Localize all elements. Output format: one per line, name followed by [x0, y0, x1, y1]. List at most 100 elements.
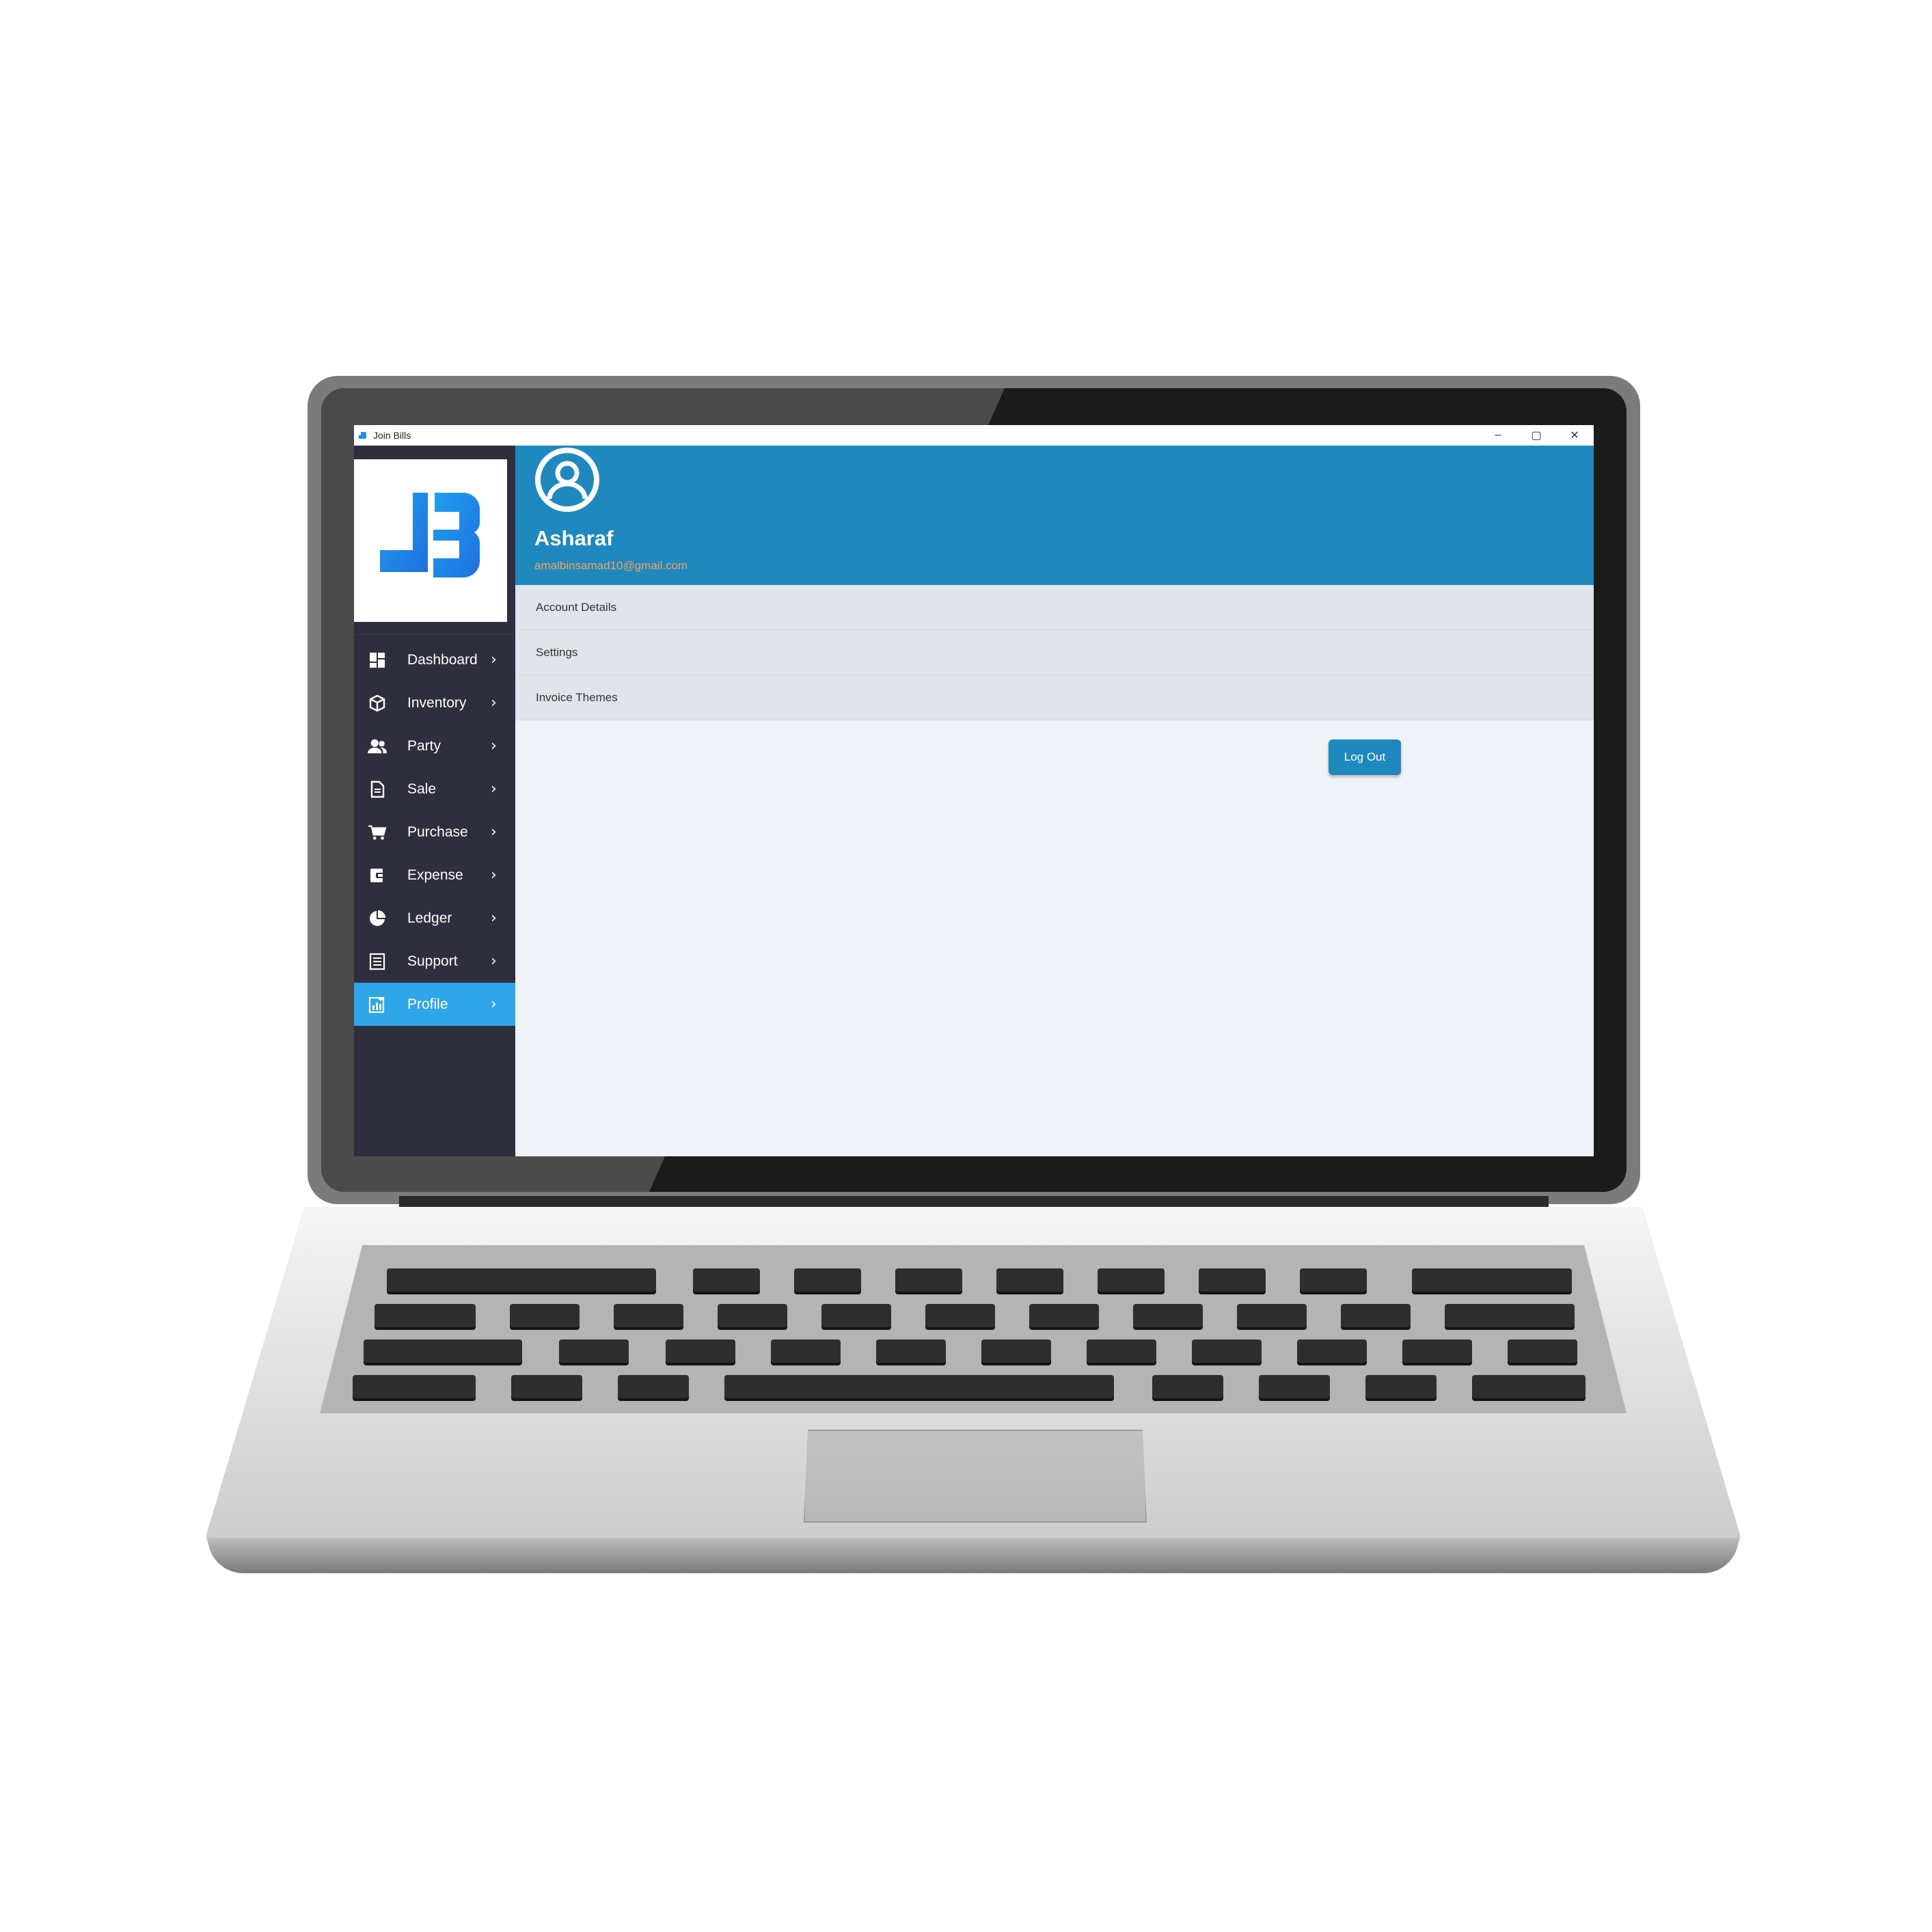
sidebar-item-label: Purchase: [407, 824, 468, 840]
box-icon: [368, 694, 387, 713]
keyboard-key: [1402, 1339, 1472, 1363]
users-icon: [368, 737, 387, 756]
sidebar-item-ledger[interactable]: Ledger ›: [354, 897, 515, 940]
maximize-button[interactable]: ▢: [1517, 425, 1555, 446]
keyboard-key: [1029, 1304, 1099, 1327]
menu-item-invoice-themes[interactable]: Invoice Themes: [515, 675, 1594, 720]
keyboard-key: [375, 1304, 476, 1327]
title-bar: Join Bills – ▢ ✕: [354, 425, 1594, 446]
sidebar-item-profile[interactable]: Profile ›: [354, 983, 515, 1026]
chevron-right-icon: ›: [491, 651, 497, 668]
chevron-right-icon: ›: [491, 953, 497, 970]
keyboard-key: [387, 1268, 656, 1292]
chevron-right-icon: ›: [491, 910, 497, 927]
keyboard-key: [1297, 1339, 1367, 1363]
list-icon: [368, 952, 387, 971]
menu-item-account-details[interactable]: Account Details: [515, 585, 1594, 630]
chevron-right-icon: ›: [491, 824, 497, 841]
sidebar-item-label: Dashboard: [407, 651, 478, 668]
keyboard-key: [895, 1268, 962, 1292]
window-controls: – ▢ ✕: [1479, 425, 1594, 446]
keyboard-key: [1237, 1304, 1307, 1327]
keyboard-key: [1259, 1375, 1330, 1398]
keyboard-key: [925, 1304, 995, 1327]
chevron-right-icon: ›: [491, 996, 497, 1013]
sidebar-item-label: Expense: [407, 867, 463, 883]
keyboard-key: [771, 1339, 841, 1363]
keyboard-key: [1087, 1339, 1156, 1363]
keyboard-key: [1365, 1375, 1437, 1398]
sidebar: Dashboard › Inventory › Party › Sale › Purchase ›…: [354, 446, 515, 1156]
chevron-right-icon: ›: [491, 780, 497, 798]
keyboard-key: [1341, 1304, 1411, 1327]
sidebar-divider: [354, 634, 515, 635]
keyboard-key: [724, 1375, 1114, 1398]
app-logo-icon: [359, 432, 366, 439]
window-title: Join Bills: [373, 430, 411, 441]
chevron-right-icon: ›: [491, 737, 497, 754]
dashboard-icon: [368, 651, 387, 670]
keyboard-key: [693, 1268, 760, 1292]
keyboard-key: [996, 1268, 1063, 1292]
laptop-base-edge: [208, 1538, 1739, 1573]
pie-chart-icon: [368, 909, 387, 928]
keyboard-key: [1412, 1268, 1572, 1292]
app-logo: [354, 459, 507, 622]
sidebar-nav: Dashboard › Inventory › Party › Sale › Purchase ›…: [354, 638, 515, 1026]
cart-icon: [368, 823, 387, 842]
keyboard-key: [1445, 1304, 1575, 1327]
sidebar-item-expense[interactable]: Expense ›: [354, 854, 515, 897]
app-window: Join Bills – ▢ ✕ Dashboard › Inventory ›…: [354, 425, 1594, 1156]
keyboard-key: [1508, 1339, 1577, 1363]
keyboard-key: [364, 1339, 522, 1363]
sidebar-item-party[interactable]: Party ›: [354, 724, 515, 767]
close-button[interactable]: ✕: [1555, 425, 1594, 446]
keyboard-key: [510, 1304, 580, 1327]
keyboard-key: [1472, 1375, 1586, 1398]
keyboard-key: [794, 1268, 861, 1292]
keyboard-key: [718, 1304, 787, 1327]
sidebar-item-label: Profile: [407, 996, 448, 1012]
report-icon: [368, 995, 387, 1014]
keyboard-key: [618, 1375, 689, 1398]
menu-item-settings[interactable]: Settings: [515, 630, 1594, 675]
keyboard-key: [981, 1339, 1051, 1363]
laptop-hinge: [399, 1196, 1549, 1208]
wallet-icon: [368, 866, 387, 885]
sidebar-item-label: Party: [407, 737, 441, 754]
logout-button[interactable]: Log Out: [1329, 739, 1401, 775]
profile-menu: Account Details Settings Invoice Themes: [515, 585, 1594, 720]
sidebar-item-purchase[interactable]: Purchase ›: [354, 811, 515, 854]
chevron-right-icon: ›: [491, 867, 497, 884]
document-icon: [368, 780, 387, 799]
keyboard-key: [614, 1304, 683, 1327]
keyboard-key: [821, 1304, 891, 1327]
sidebar-item-label: Ledger: [407, 910, 452, 926]
trackpad: [804, 1430, 1147, 1523]
keyboard-key: [876, 1339, 946, 1363]
sidebar-item-sale[interactable]: Sale ›: [354, 767, 515, 811]
keyboard-key: [511, 1375, 582, 1398]
keyboard-key: [1192, 1339, 1262, 1363]
keyboard-key: [353, 1375, 476, 1398]
sidebar-item-label: Support: [407, 953, 458, 969]
profile-header: Asharaf amalbinsamad10@gmail.com: [515, 446, 1594, 585]
keyboard-key: [1133, 1304, 1203, 1327]
user-email: amalbinsamad10@gmail.com: [534, 559, 688, 572]
sidebar-item-label: Sale: [407, 780, 437, 797]
sidebar-item-support[interactable]: Support ›: [354, 940, 515, 983]
sidebar-item-dashboard[interactable]: Dashboard ›: [354, 638, 515, 681]
keyboard-key: [666, 1339, 735, 1363]
minimize-button[interactable]: –: [1479, 425, 1517, 446]
sidebar-item-label: Inventory: [407, 694, 467, 711]
sidebar-item-inventory[interactable]: Inventory ›: [354, 681, 515, 724]
user-name: Asharaf: [534, 526, 614, 550]
user-avatar-icon: [535, 448, 599, 512]
keyboard-key: [1152, 1375, 1223, 1398]
keyboard-key: [1300, 1268, 1367, 1292]
keyboard-key: [1098, 1268, 1165, 1292]
keyboard-key: [559, 1339, 629, 1363]
join-bills-logo-icon: [380, 487, 480, 577]
keyboard-key: [1199, 1268, 1266, 1292]
chevron-right-icon: ›: [491, 694, 497, 711]
